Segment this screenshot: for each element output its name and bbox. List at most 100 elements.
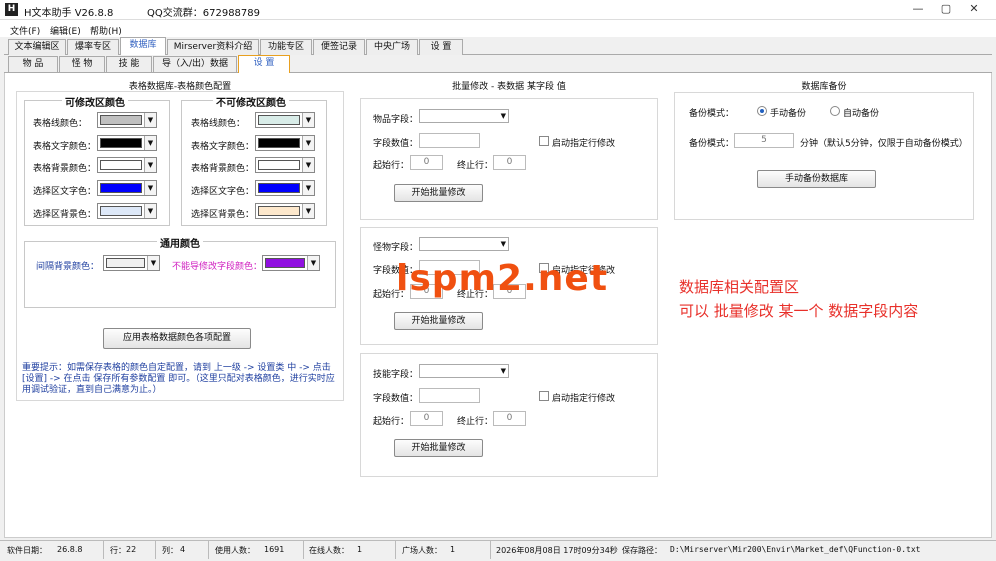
readonly-text-color[interactable]: ▼ [255, 135, 315, 151]
color-swatch [258, 183, 300, 193]
status-version-label: 软件日期： [7, 546, 47, 555]
skill-batch-button[interactable]: 开始批量修改 [394, 439, 483, 457]
item-end-input[interactable]: 0 [493, 155, 526, 170]
chevron-down-icon[interactable]: ▼ [307, 256, 319, 270]
color-swatch [258, 138, 300, 148]
subtab-items[interactable]: 物 品 [8, 56, 58, 72]
chevron-down-icon: ▼ [500, 367, 506, 375]
chevron-down-icon[interactable]: ▼ [302, 136, 314, 150]
tab-functions[interactable]: 功能专区 [260, 39, 312, 55]
chevron-down-icon[interactable]: ▼ [144, 158, 156, 172]
subtab-monsters[interactable]: 怪 物 [59, 56, 105, 72]
minimize-icon[interactable]: — [906, 1, 930, 17]
menu-help[interactable]: 帮助(H) [90, 24, 122, 37]
apply-color-config-button[interactable]: 应用表格数据颜色各项配置 [103, 328, 251, 349]
item-start-input[interactable]: 0 [410, 155, 443, 170]
chevron-down-icon: ▼ [500, 112, 506, 120]
monster-batch-button[interactable]: 开始批量修改 [394, 312, 483, 330]
item-end-label: 终止行： [457, 161, 494, 171]
readonly-sel-bg-color[interactable]: ▼ [255, 203, 315, 219]
common-color-title: 通用颜色 [157, 235, 203, 250]
manual-backup-label: 手动备份 [770, 109, 807, 119]
menu-file[interactable]: 文件(F) [10, 24, 40, 37]
tab-plaza[interactable]: 中央广场 [366, 39, 418, 55]
manual-backup-button[interactable]: 手动备份数据库 [757, 170, 876, 188]
interval-bg-color[interactable]: ▼ [103, 255, 160, 271]
chevron-down-icon[interactable]: ▼ [147, 256, 159, 270]
editable-text-color[interactable]: ▼ [97, 135, 157, 151]
skill-field-label: 技能字段： [373, 370, 419, 380]
editable-sel-bg-label: 选择区背景色： [33, 210, 97, 220]
item-batch-button[interactable]: 开始批量修改 [394, 184, 483, 202]
item-field-select[interactable]: ▼ [419, 109, 509, 123]
backup-interval-label: 备份模式： [689, 139, 735, 149]
readonly-grid-line-color[interactable]: ▼ [255, 112, 315, 128]
readonly-sel-bg-label: 选择区背景色： [191, 210, 255, 220]
chevron-down-icon[interactable]: ▼ [302, 158, 314, 172]
status-users-label: 使用人数： [215, 546, 255, 555]
status-col-label: 列： [162, 546, 178, 555]
status-path: D:\Mirserver\Mir200\Envir\Market_def\QFu… [670, 545, 921, 554]
color-swatch [100, 115, 142, 125]
menu-edit[interactable]: 编辑(E) [50, 24, 81, 37]
chevron-down-icon[interactable]: ▼ [302, 113, 314, 127]
chevron-down-icon[interactable]: ▼ [144, 136, 156, 150]
annotation-line-2: 可以 批量修改 某一个 数据字段内容 [679, 302, 919, 320]
backup-interval-hint: 分钟（默认5分钟，仅限于自动备份模式） [800, 139, 968, 149]
status-separator [208, 541, 209, 559]
color-swatch [100, 183, 142, 193]
editable-grid-line-color[interactable]: ▼ [97, 112, 157, 128]
interval-bg-label: 间隔背景颜色： [36, 262, 100, 272]
chevron-down-icon[interactable]: ▼ [144, 181, 156, 195]
close-icon[interactable]: ✕ [962, 1, 986, 17]
color-swatch [258, 115, 300, 125]
readonly-bg-label: 表格背景颜色： [191, 164, 255, 174]
subtab-settings[interactable]: 设 置 [238, 55, 290, 73]
skill-start-label: 起始行： [373, 417, 410, 427]
status-col: 4 [180, 545, 186, 554]
status-separator [395, 541, 396, 559]
skill-start-input[interactable]: 0 [410, 411, 443, 426]
backup-interval-input[interactable]: 5 [734, 133, 794, 148]
monster-field-label: 怪物字段： [373, 243, 419, 253]
editable-sel-text-label: 选择区文字色： [33, 187, 97, 197]
chevron-down-icon[interactable]: ▼ [302, 204, 314, 218]
auto-backup-radio[interactable] [830, 106, 840, 116]
skill-field-select[interactable]: ▼ [419, 364, 509, 378]
skill-value-input[interactable] [419, 388, 480, 403]
maximize-icon[interactable]: ▢ [934, 1, 958, 17]
item-range-checkbox[interactable] [539, 136, 549, 146]
readonly-sel-text-color[interactable]: ▼ [255, 180, 315, 196]
chevron-down-icon[interactable]: ▼ [144, 204, 156, 218]
status-separator [103, 541, 104, 559]
editable-sel-bg-color[interactable]: ▼ [97, 203, 157, 219]
readonly-field-color[interactable]: ▼ [262, 255, 320, 271]
tab-settings[interactable]: 设 置 [419, 39, 463, 55]
status-plaza: 1 [450, 545, 456, 554]
item-value-input[interactable] [419, 133, 480, 148]
chevron-down-icon[interactable]: ▼ [144, 113, 156, 127]
subtab-import-export[interactable]: 导（入/出）数据 [153, 56, 237, 72]
editable-sel-text-color[interactable]: ▼ [97, 180, 157, 196]
backup-mode-label: 备份模式： [689, 109, 735, 119]
color-swatch [100, 138, 142, 148]
tab-drop-rate[interactable]: 爆率专区 [67, 39, 119, 55]
tab-mirserver-info[interactable]: Mirserver资料介绍 [167, 39, 259, 55]
monster-field-select[interactable]: ▼ [419, 237, 509, 251]
subtab-skills[interactable]: 技 能 [106, 56, 152, 72]
skill-end-input[interactable]: 0 [493, 411, 526, 426]
tab-notes[interactable]: 便签记录 [313, 39, 365, 55]
window-title: H文本助手 V26.8.8 [24, 8, 114, 19]
color-swatch [258, 206, 300, 216]
editable-color-title: 可修改区颜色 [62, 94, 128, 109]
manual-backup-radio[interactable] [757, 106, 767, 116]
tab-text-editor[interactable]: 文本编辑区 [8, 39, 66, 55]
annotation-line-1: 数据库相关配置区 [679, 278, 800, 296]
chevron-down-icon[interactable]: ▼ [302, 181, 314, 195]
editable-bg-color[interactable]: ▼ [97, 157, 157, 173]
readonly-bg-color[interactable]: ▼ [255, 157, 315, 173]
readonly-sel-text-label: 选择区文字色： [191, 187, 255, 197]
skill-range-checkbox[interactable] [539, 391, 549, 401]
skill-value-label: 字段数值： [373, 394, 419, 404]
tab-database[interactable]: 数据库 [120, 37, 166, 55]
